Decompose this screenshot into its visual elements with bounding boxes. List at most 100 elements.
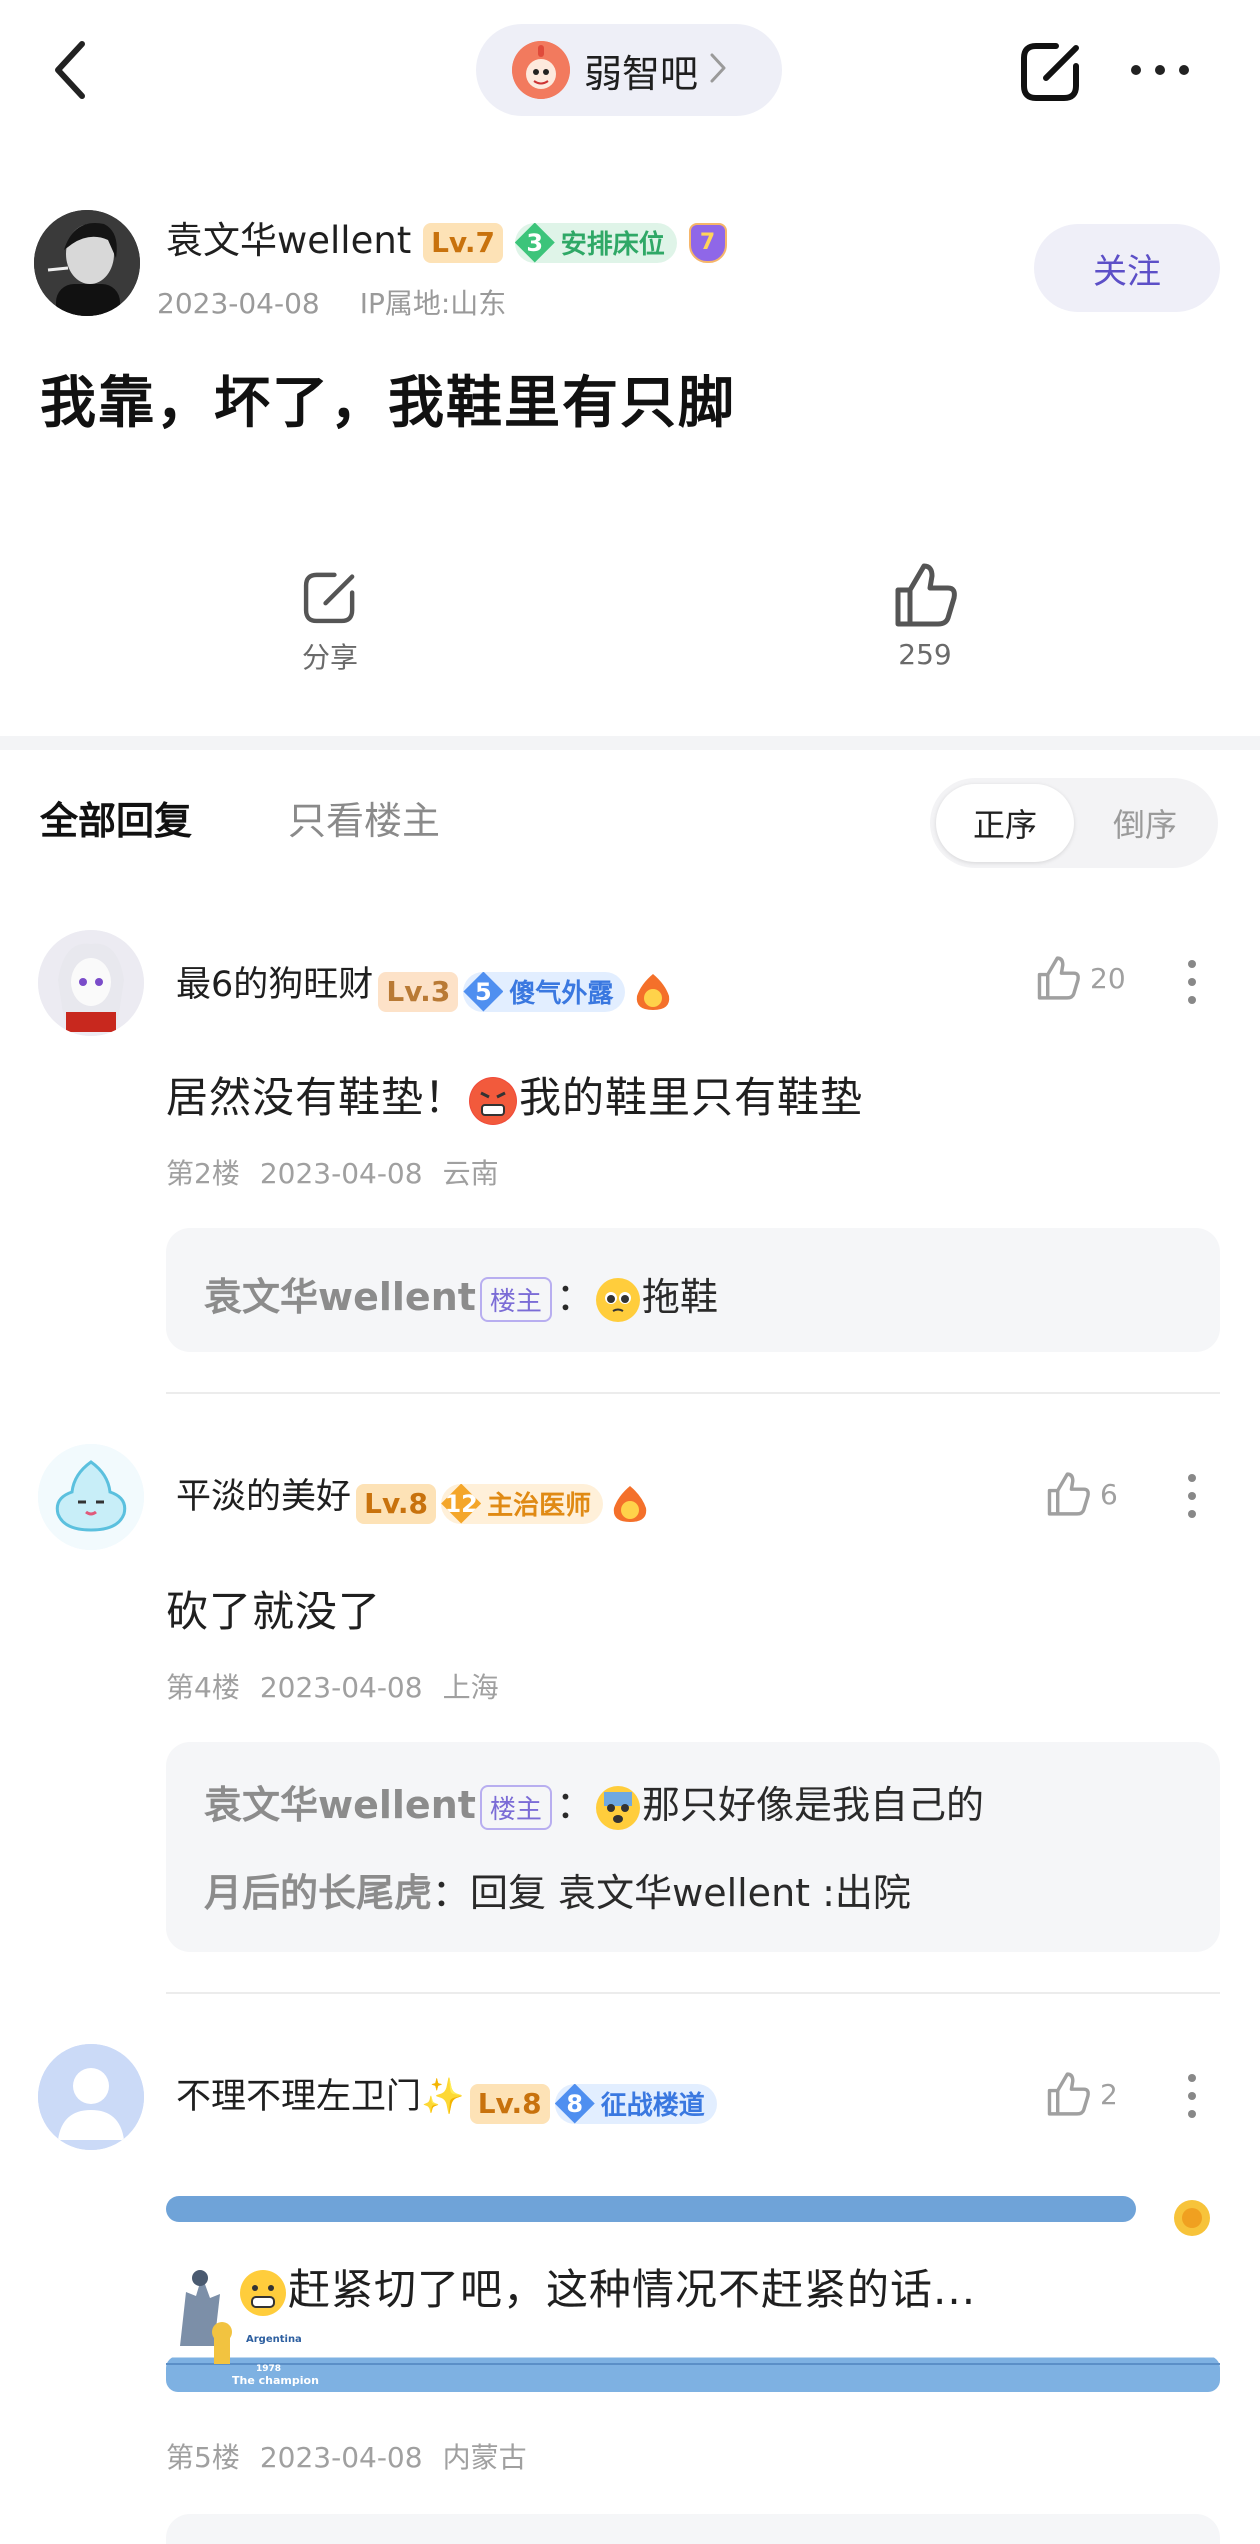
op-tag: 楼主 — [479, 1277, 552, 1322]
pleading-emoji-icon — [595, 1277, 640, 1322]
level-badge: Lv.7 — [423, 222, 504, 263]
title-level: 8 — [554, 2083, 595, 2124]
sub-reply: 袁文华wellent 楼主： 那只好像是我自己的 — [204, 1774, 984, 1830]
comment-meta: 第4楼 2023-04-08 上海 — [166, 1666, 519, 1706]
comment-floor: 第4楼 — [166, 1671, 240, 1704]
comment-separator — [166, 1992, 1220, 1994]
op-ip: IP属地:山东 — [359, 287, 507, 320]
comment-like-count: 20 — [1090, 961, 1126, 995]
more-vertical-icon[interactable] — [1186, 1472, 1198, 1520]
comment-meta: 第5楼 2023-04-08 内蒙古 — [166, 2436, 547, 2476]
vip-badge: 7 — [688, 222, 727, 263]
title-badge: 3 安排床位 — [514, 222, 677, 263]
like-button[interactable]: 259 — [870, 560, 980, 671]
title-badge: 8 征战楼道 — [554, 2083, 717, 2124]
title-text: 傻气外露 — [509, 979, 614, 1009]
comment-date: 2023-04-08 — [259, 2441, 423, 2474]
title-text: 主治医师 — [487, 1491, 592, 1521]
back-icon[interactable] — [40, 30, 110, 110]
forum-logo-icon — [512, 41, 570, 99]
title-level: 5 — [463, 971, 504, 1012]
comment-avatar[interactable] — [38, 2044, 144, 2150]
comment-username[interactable]: 平淡的美好 — [176, 1477, 351, 1517]
comment-floor: 第5楼 — [166, 2441, 240, 2474]
comment-avatar[interactable] — [38, 1444, 144, 1550]
sort-desc-button[interactable]: 倒序 — [1076, 784, 1214, 862]
comment-separator — [166, 1392, 1220, 1394]
sub-reply-text: 拖鞋 — [641, 1275, 718, 1319]
bubble-caption-1: Argentina — [246, 2334, 302, 2345]
comment-like-button[interactable]: 6 — [1044, 1470, 1118, 1518]
level-badge: Lv.3 — [378, 971, 459, 1012]
sub-reply-username[interactable]: 月后的长尾虎 — [204, 1871, 432, 1915]
op-avatar[interactable] — [34, 210, 140, 316]
comment-header: 最6的狗旺财 Lv.3 5 傻气外露 — [176, 956, 675, 1012]
forum-name: 弱智吧 — [584, 51, 699, 96]
section-divider — [0, 736, 1260, 750]
sort-asc-button[interactable]: 正序 — [936, 784, 1074, 862]
comment-header: 不理不理左卫门✨ Lv.8 8 征战楼道 — [176, 2068, 717, 2124]
share-button[interactable]: 分享 — [280, 566, 380, 676]
comment-header: 平淡的美好 Lv.8 12 主治医师 — [176, 1468, 652, 1524]
sub-reply-box[interactable] — [166, 2514, 1220, 2544]
sub-reply-colon: ： — [555, 1275, 594, 1319]
comment-like-count: 2 — [1100, 2077, 1118, 2111]
sub-reply-box[interactable]: 袁文华wellent 楼主： 那只好像是我自己的 月后的长尾虎 ： 回复 袁文华well… — [166, 1742, 1220, 1952]
comment-bubble: Argentina 1978 The champion 赶紧切了吧，这种情况不赶… — [166, 2196, 1220, 2396]
comment-location: 上海 — [442, 1671, 499, 1704]
sub-reply-text: 回复 袁文华wellent :出院 — [470, 1871, 911, 1915]
more-vertical-icon[interactable] — [1186, 958, 1198, 1006]
comment-text: 赶紧切了吧，这种情况不赶紧的话... — [238, 2256, 976, 2317]
title-level: 3 — [514, 222, 555, 263]
follow-button[interactable]: 关注 — [1034, 224, 1220, 312]
comment-like-button[interactable]: 20 — [1034, 954, 1126, 1002]
comment-avatar[interactable] — [38, 930, 144, 1036]
op-tag: 楼主 — [479, 1785, 552, 1830]
sub-reply-box[interactable]: 袁文华wellent 楼主： 拖鞋 — [166, 1228, 1220, 1352]
sub-reply-text: 那只好像是我自己的 — [641, 1783, 984, 1827]
comment-date: 2023-04-08 — [259, 1157, 423, 1190]
share-label: 分享 — [301, 641, 358, 674]
tab-all-replies[interactable]: 全部回复 — [40, 790, 192, 845]
comment-username[interactable]: 最6的狗旺财 — [176, 965, 373, 1005]
chevron-right-icon — [708, 51, 728, 89]
more-icon[interactable] — [1128, 58, 1192, 82]
thumb-up-icon — [895, 563, 957, 627]
comment-date: 2023-04-08 — [259, 1671, 423, 1704]
bubble-caption-2: 1978 — [256, 2364, 282, 2374]
comment-location: 内蒙古 — [442, 2441, 527, 2474]
comment-like-button[interactable]: 2 — [1044, 2070, 1118, 2118]
forum-link[interactable]: 弱智吧 — [476, 24, 782, 116]
bubble-caption-3: The champion — [232, 2374, 319, 2387]
grimacing-emoji-icon — [240, 2269, 286, 2316]
level-badge: Lv.8 — [469, 2083, 550, 2124]
fire-emoji-badge-icon — [631, 972, 675, 1012]
fire-emoji-badge-icon — [608, 1484, 652, 1524]
share-icon[interactable] — [1016, 36, 1086, 106]
comment-like-count: 6 — [1100, 1477, 1118, 1511]
sparkle-icon: ✨ — [421, 2077, 465, 2117]
title-text: 安排床位 — [560, 230, 665, 260]
more-vertical-icon[interactable] — [1186, 2072, 1198, 2120]
thumb-up-icon — [1037, 956, 1080, 1000]
sub-reply-username[interactable]: 袁文华wellent — [204, 1783, 476, 1827]
comment-location: 云南 — [442, 1157, 499, 1190]
title-level: 12 — [441, 1483, 482, 1524]
tab-op-only[interactable]: 只看楼主 — [288, 790, 440, 845]
comment-text: 砍了就没了 — [166, 1587, 382, 1636]
op-username[interactable]: 袁文华wellent — [166, 219, 411, 262]
thumb-up-icon — [1047, 2072, 1090, 2116]
comment-text-part-1: 居然没有鞋垫！ — [166, 1073, 468, 1122]
thumb-up-icon — [1047, 1472, 1090, 1516]
sub-reply: 袁文华wellent 楼主： 拖鞋 — [204, 1266, 718, 1322]
angry-emoji-icon — [469, 1076, 518, 1125]
post-title: 我靠，坏了，我鞋里有只脚 — [40, 371, 736, 436]
sub-reply-colon: ： — [555, 1783, 594, 1827]
comment-username[interactable]: 不理不理左卫门 — [176, 2077, 421, 2117]
sub-reply-username[interactable]: 袁文华wellent — [204, 1275, 476, 1319]
share-icon — [303, 572, 355, 624]
comment-text-part-2: 我的鞋里只有鞋垫 — [519, 1073, 864, 1122]
level-badge: Lv.8 — [356, 1483, 437, 1524]
op-date: 2023-04-08 — [157, 287, 320, 320]
comment-floor: 第2楼 — [166, 1157, 240, 1190]
